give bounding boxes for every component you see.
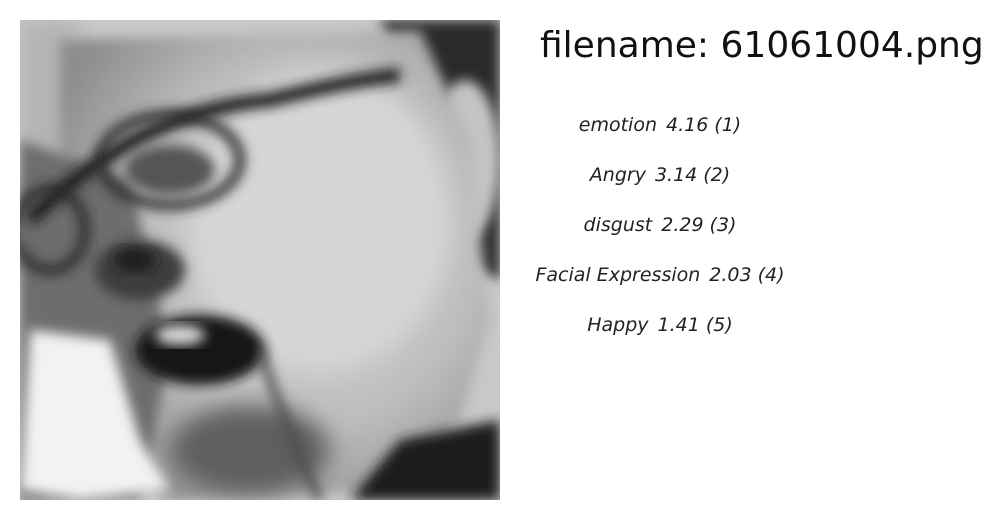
- prediction-score: 2.03: [709, 264, 752, 286]
- prediction-label: Happy: [587, 314, 649, 336]
- prediction-item: emotion 4.16 (1): [540, 100, 780, 150]
- prediction-item: Facial Expression 2.03 (4): [535, 250, 784, 300]
- prediction-score: 4.16: [665, 114, 709, 136]
- filename-title: filename: 61061004.png: [540, 24, 984, 68]
- prediction-score: 2.29: [661, 214, 704, 236]
- prediction-rank: (5): [705, 314, 733, 336]
- prediction-rank: (1): [714, 114, 742, 136]
- filename-value: 61061004.png: [720, 25, 984, 66]
- prediction-label: disgust: [583, 214, 653, 236]
- prediction-rank: (4): [757, 264, 785, 286]
- prediction-item: Angry 3.14 (2): [540, 150, 780, 200]
- face-image-icon: [20, 20, 500, 500]
- prediction-label: Facial Expression: [535, 264, 701, 286]
- prediction-list: emotion 4.16 (1) Angry 3.14 (2) disgust …: [535, 100, 784, 350]
- filename-prefix: filename:: [540, 25, 710, 66]
- prediction-rank: (3): [709, 214, 737, 236]
- prediction-item: disgust 2.29 (3): [540, 200, 780, 250]
- prediction-rank: (2): [703, 164, 731, 186]
- prediction-item: Happy 1.41 (5): [540, 300, 780, 350]
- prediction-score: 3.14: [654, 164, 698, 186]
- prediction-label: Angry: [589, 164, 646, 186]
- face-photo: [20, 20, 500, 500]
- prediction-score: 1.41: [657, 314, 700, 336]
- prediction-label: emotion: [578, 114, 657, 136]
